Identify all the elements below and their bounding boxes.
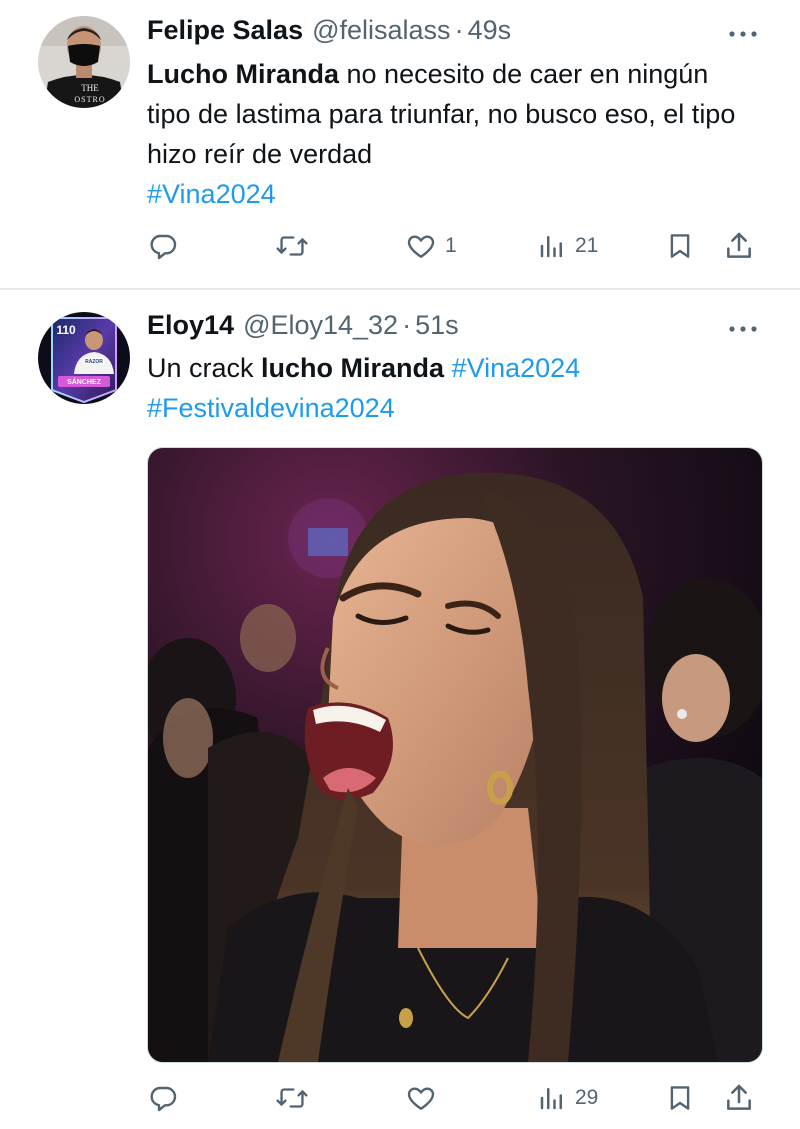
tweet[interactable]: THE OSTRO Felipe Salas @felisalass · 49s… — [0, 0, 800, 288]
author-handle[interactable]: @Eloy14_32 — [243, 310, 398, 341]
bookmark-icon — [665, 230, 695, 262]
heart-icon — [405, 230, 437, 262]
bookmark-button[interactable] — [665, 226, 695, 266]
bookmark-icon — [665, 1082, 695, 1114]
svg-text:110: 110 — [56, 323, 76, 337]
heart-icon — [405, 1082, 437, 1114]
author-name[interactable]: Eloy14 — [147, 310, 234, 341]
retweet-button[interactable] — [275, 1078, 309, 1118]
svg-text:SÁNCHEZ: SÁNCHEZ — [67, 377, 102, 386]
tweet-text: Un crack lucho Miranda #Vina2024 #Festiva… — [147, 348, 747, 428]
share-button[interactable] — [723, 226, 755, 266]
reply-button[interactable] — [147, 1078, 179, 1118]
tweet[interactable]: 110 RAZOR SÁNCHEZ Eloy14 @Eloy14_32 · 51… — [0, 290, 800, 1129]
like-count: 1 — [445, 234, 457, 257]
bookmark-button[interactable] — [665, 1078, 695, 1118]
views-button[interactable]: 21 — [537, 226, 598, 266]
avatar[interactable]: THE OSTRO — [38, 16, 130, 108]
tweet-photo[interactable] — [147, 447, 763, 1063]
retweet-icon — [275, 1082, 309, 1114]
share-button[interactable] — [723, 1078, 755, 1118]
tweet-header: Felipe Salas @felisalass · 49s — [147, 12, 511, 48]
tweet-body: Un crack — [147, 353, 262, 383]
separator-dot: · — [454, 14, 464, 45]
mention-bold: lucho Miranda — [261, 353, 445, 383]
svg-text:RAZOR: RAZOR — [85, 359, 103, 365]
tweet-header: Eloy14 @Eloy14_32 · 51s — [147, 307, 459, 343]
hashtag-link[interactable]: #Festivaldevina2024 — [147, 393, 395, 423]
reply-button[interactable] — [147, 226, 179, 266]
retweet-icon — [275, 230, 309, 262]
action-bar: 1 21 — [147, 226, 763, 266]
like-button[interactable] — [405, 1078, 437, 1118]
separator-dot: · — [402, 309, 412, 340]
views-button[interactable]: 29 — [537, 1078, 598, 1118]
views-icon — [537, 1083, 567, 1113]
share-icon — [723, 1082, 755, 1114]
avatar[interactable]: 110 RAZOR SÁNCHEZ — [38, 312, 130, 404]
timestamp[interactable]: 51s — [415, 310, 459, 341]
author-handle[interactable]: @felisalass — [312, 15, 450, 46]
views-count: 29 — [575, 1086, 599, 1109]
author-name[interactable]: Felipe Salas — [147, 15, 303, 46]
hashtag-link[interactable]: #Vina2024 — [452, 353, 581, 383]
share-icon — [723, 230, 755, 262]
action-bar: 29 — [147, 1078, 763, 1118]
more-options-icon[interactable] — [728, 26, 758, 37]
like-button[interactable]: 1 — [405, 226, 457, 266]
hashtag-link[interactable]: #Vina2024 — [147, 179, 276, 209]
views-count: 21 — [575, 234, 599, 257]
tweet-text: Lucho Miranda no necesito de caer en nin… — [147, 54, 747, 214]
retweet-button[interactable] — [275, 226, 309, 266]
more-options-icon[interactable] — [728, 321, 758, 332]
svg-text:OSTRO: OSTRO — [74, 95, 105, 104]
mention-bold: Lucho Miranda — [147, 59, 340, 89]
views-icon — [537, 231, 567, 261]
reply-icon — [147, 1082, 179, 1114]
timestamp[interactable]: 49s — [468, 15, 512, 46]
svg-text:THE: THE — [81, 83, 99, 93]
reply-icon — [147, 230, 179, 262]
